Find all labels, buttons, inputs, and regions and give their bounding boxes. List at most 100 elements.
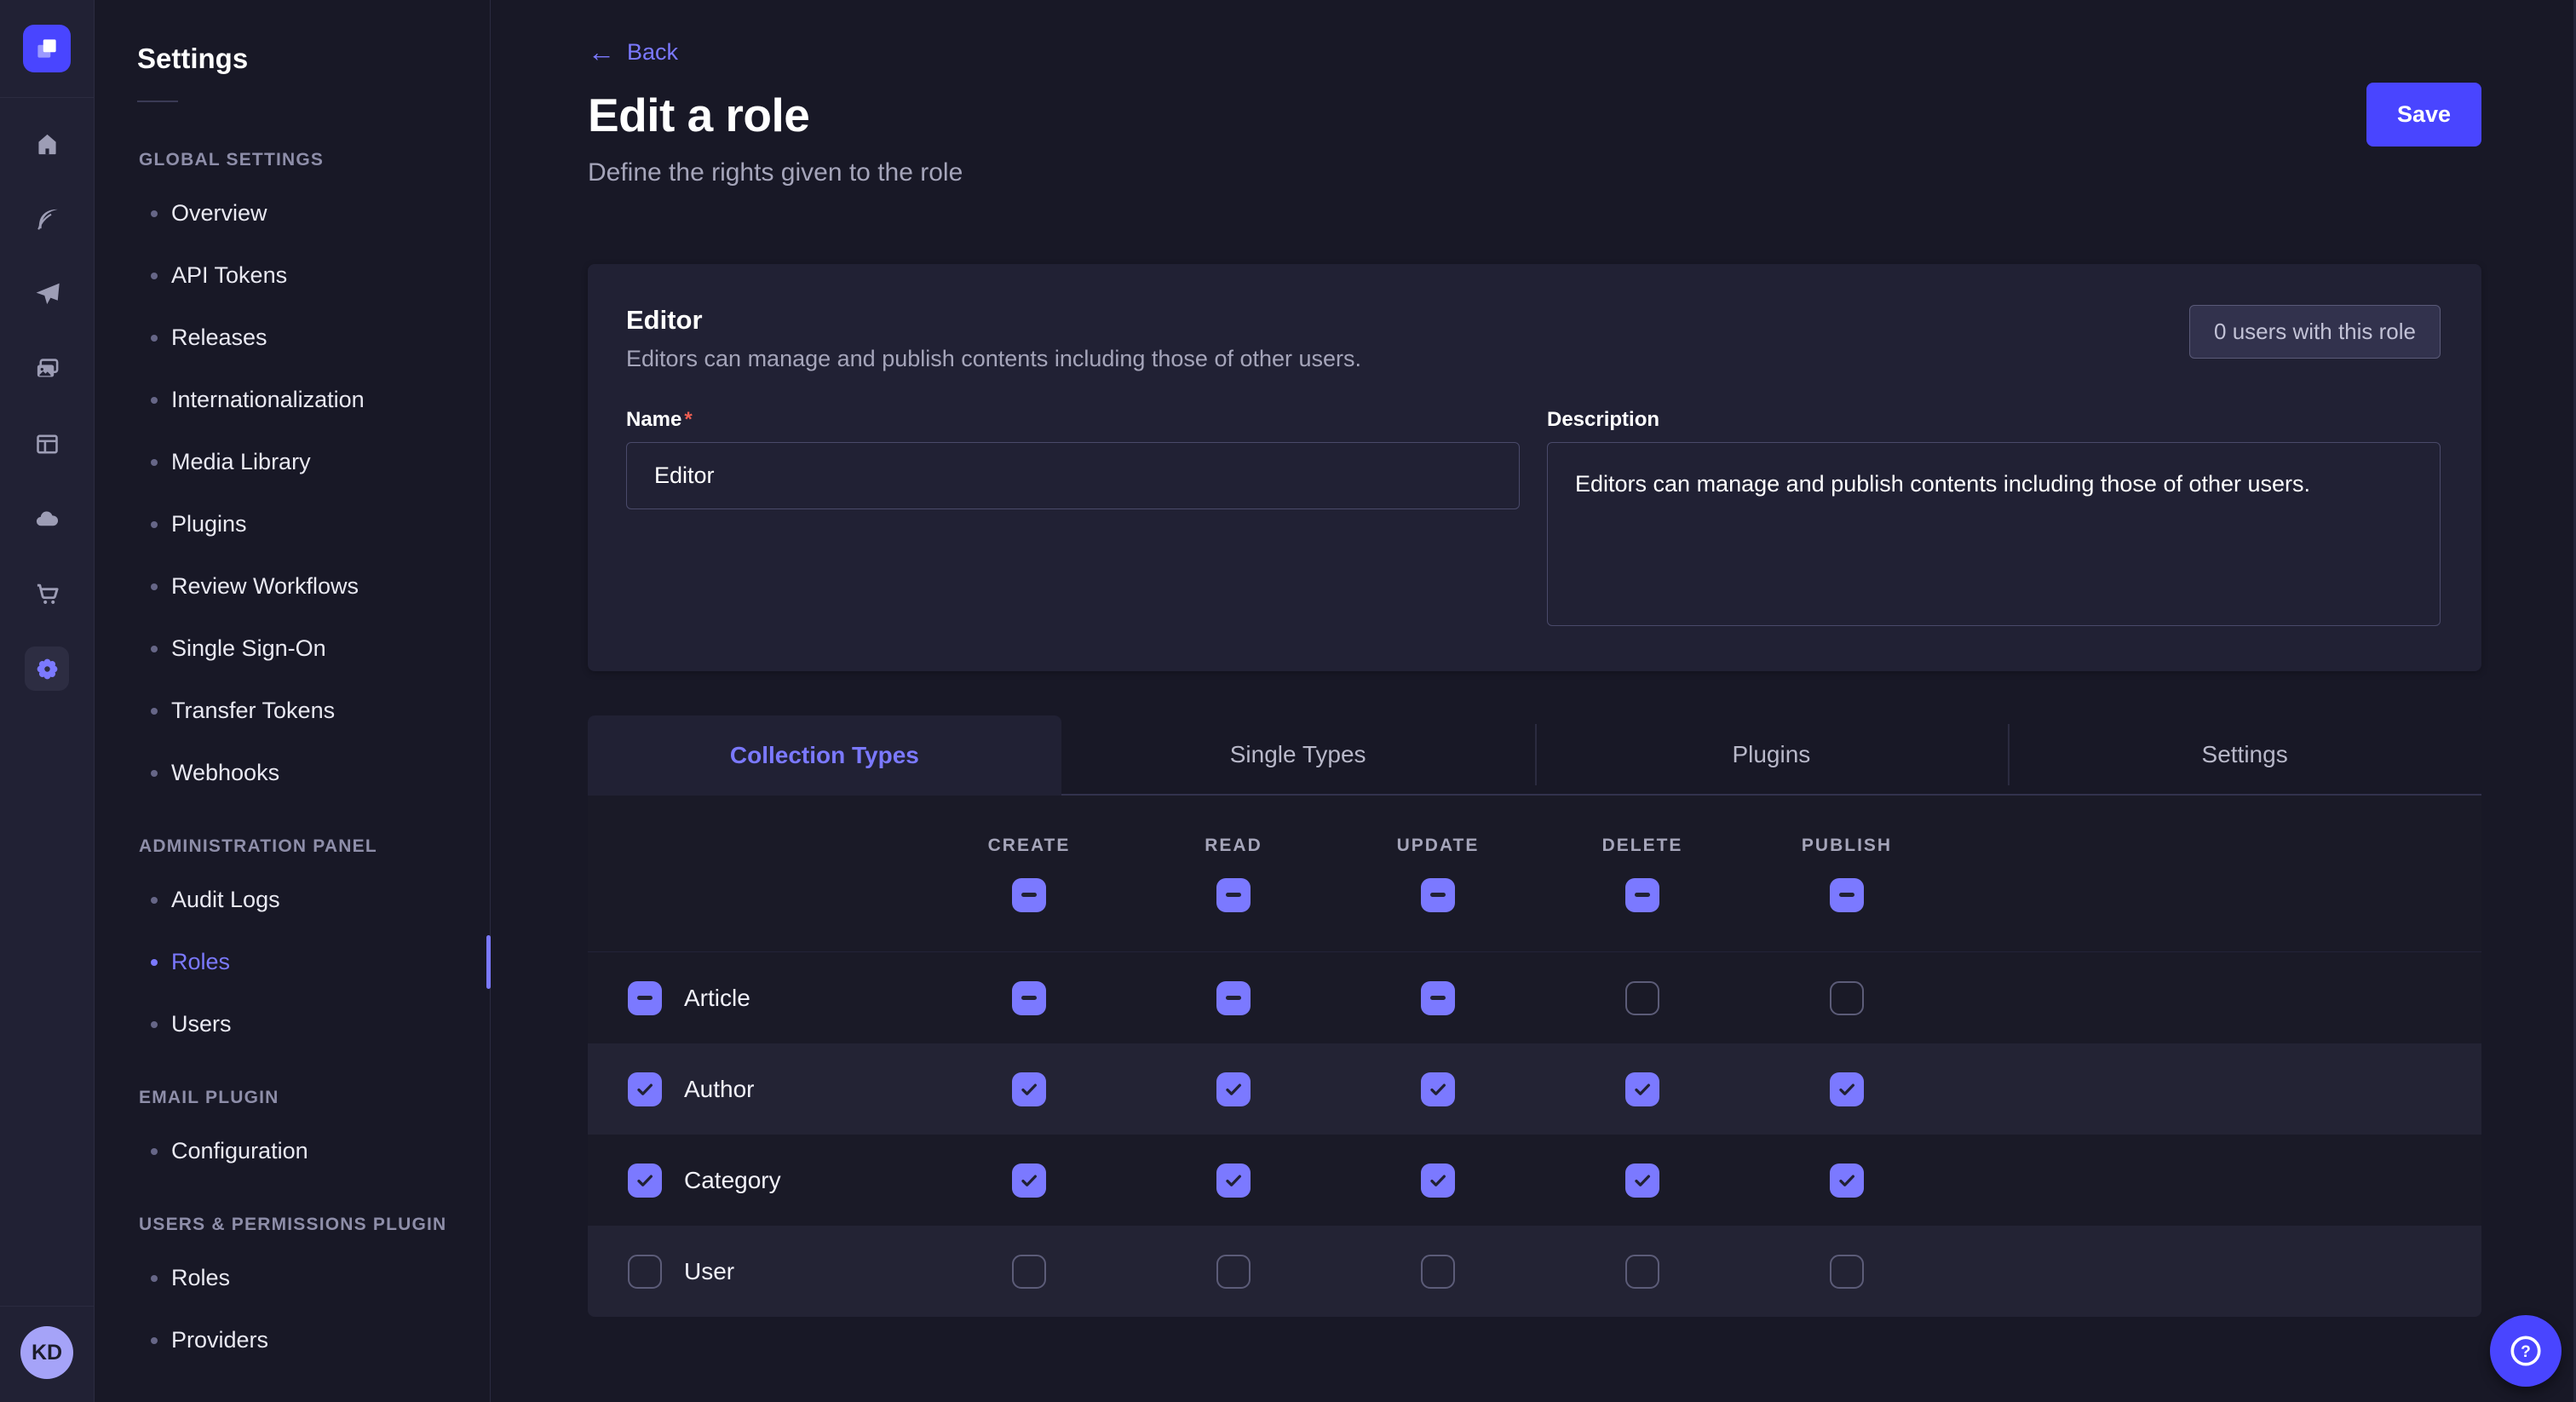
column-header-create: CREATE [927, 796, 1131, 951]
settings-gear-icon[interactable] [25, 646, 69, 691]
subnav-title: Settings [137, 43, 490, 75]
permissions-table: CREATEREADUPDATEDELETEPUBLISH ArticleAut… [588, 796, 2481, 1317]
checkbox-user-read[interactable] [1216, 1255, 1251, 1289]
sidebar-item-single-sign-on[interactable]: Single Sign-On [95, 618, 490, 680]
layout-icon[interactable] [25, 422, 69, 466]
main-content: ← Back Edit a role Save Define the right… [491, 0, 2576, 1402]
checkbox-article-delete[interactable] [1625, 981, 1659, 1015]
name-label: Name* [626, 408, 1520, 432]
checkbox-category-publish[interactable] [1830, 1164, 1864, 1198]
sidebar-item-label: Transfer Tokens [171, 698, 335, 724]
role-card-header: Editor Editors can manage and publish co… [626, 305, 2441, 372]
checkbox-category-read[interactable] [1216, 1164, 1251, 1198]
page-subtitle: Define the rights given to the role [588, 158, 2481, 187]
sidebar-item-label: Configuration [171, 1138, 308, 1164]
permissions-tabs: Collection TypesSingle TypesPluginsSetti… [588, 715, 2481, 796]
sidebar-item-review-workflows[interactable]: Review Workflows [95, 555, 490, 618]
permission-cell [1336, 1164, 1540, 1198]
checkbox-author-create[interactable] [1012, 1072, 1046, 1106]
avatar[interactable]: KD [20, 1326, 73, 1379]
sidebar-item-roles[interactable]: Roles [95, 1247, 490, 1309]
media-library-icon[interactable] [25, 347, 69, 391]
permission-cell [1540, 1164, 1745, 1198]
users-with-role-badge[interactable]: 0 users with this role [2189, 305, 2441, 359]
description-textarea[interactable]: Editors can manage and publish contents … [1547, 442, 2441, 626]
sidebar-item-webhooks[interactable]: Webhooks [95, 742, 490, 804]
sidebar-item-overview[interactable]: Overview [95, 182, 490, 244]
help-button[interactable]: ? [2490, 1315, 2562, 1387]
save-button[interactable]: Save [2366, 83, 2481, 147]
checkbox-user-delete[interactable] [1625, 1255, 1659, 1289]
sidebar-item-label: Roles [171, 1265, 230, 1291]
tab-single-types[interactable]: Single Types [1061, 715, 1535, 796]
sidebar-item-plugins[interactable]: Plugins [95, 493, 490, 555]
checkbox-article-publish[interactable] [1830, 981, 1864, 1015]
checkbox-article-update[interactable] [1421, 981, 1455, 1015]
checkbox-author-read[interactable] [1216, 1072, 1251, 1106]
permission-cell [1540, 981, 1745, 1015]
tab-plugins[interactable]: Plugins [1535, 715, 2009, 796]
page-title: Edit a role [588, 88, 809, 142]
checkbox-user-create[interactable] [1012, 1255, 1046, 1289]
sidebar-item-configuration[interactable]: Configuration [95, 1120, 490, 1182]
checkbox-row-article[interactable] [628, 981, 662, 1015]
checkbox-article-read[interactable] [1216, 981, 1251, 1015]
tab-collection-types[interactable]: Collection Types [588, 715, 1061, 796]
sidebar-item-releases[interactable]: Releases [95, 307, 490, 369]
permission-cell [1745, 1164, 1949, 1198]
subnav-title-divider [137, 101, 178, 102]
checkbox-category-create[interactable] [1012, 1164, 1046, 1198]
checkbox-category-delete[interactable] [1625, 1164, 1659, 1198]
sidebar-item-roles[interactable]: Roles [95, 931, 490, 993]
paper-plane-icon[interactable] [25, 272, 69, 316]
sidebar-item-audit-logs[interactable]: Audit Logs [95, 869, 490, 931]
sidebar-item-api-tokens[interactable]: API Tokens [95, 244, 490, 307]
feather-icon[interactable] [25, 197, 69, 241]
sidebar-item-users[interactable]: Users [95, 993, 490, 1055]
row-label: Author [684, 1076, 755, 1103]
table-row-category: Category [588, 1135, 2481, 1226]
checkbox-author-update[interactable] [1421, 1072, 1455, 1106]
checkbox-user-update[interactable] [1421, 1255, 1455, 1289]
cart-icon[interactable] [25, 572, 69, 616]
sidebar-item-media-library[interactable]: Media Library [95, 431, 490, 493]
checkbox-select-all-create[interactable] [1012, 878, 1046, 912]
checkbox-select-all-delete[interactable] [1625, 878, 1659, 912]
back-link[interactable]: ← Back [588, 38, 678, 66]
checkbox-select-all-publish[interactable] [1830, 878, 1864, 912]
checkbox-author-delete[interactable] [1625, 1072, 1659, 1106]
sidebar-item-transfer-tokens[interactable]: Transfer Tokens [95, 680, 490, 742]
main-nav-rail: KD [0, 0, 95, 1402]
app-window: KD Settings GLOBAL SETTINGSOverviewAPI T… [0, 0, 2576, 1402]
sidebar-item-providers[interactable]: Providers [95, 1309, 490, 1371]
strapi-logo-icon [32, 34, 61, 63]
permissions-section: Collection TypesSingle TypesPluginsSetti… [588, 715, 2481, 1317]
permission-cell [927, 1072, 1131, 1106]
sidebar-item-label: Single Sign-On [171, 635, 326, 662]
permission-cell [1131, 1255, 1336, 1289]
strapi-logo[interactable] [23, 25, 71, 72]
checkbox-select-all-read[interactable] [1216, 878, 1251, 912]
description-field-group: Description Editors can manage and publi… [1547, 408, 2441, 630]
role-card-titles: Editor Editors can manage and publish co… [626, 305, 1361, 372]
sidebar-item-label: Users [171, 1011, 232, 1037]
sidebar-item-label: Roles [171, 949, 230, 975]
cloud-icon[interactable] [25, 497, 69, 541]
checkbox-article-create[interactable] [1012, 981, 1046, 1015]
checkbox-row-category[interactable] [628, 1164, 662, 1198]
sidebar-item-label: Plugins [171, 511, 247, 537]
checkbox-row-user[interactable] [628, 1255, 662, 1289]
home-icon[interactable] [25, 122, 69, 166]
checkbox-user-publish[interactable] [1830, 1255, 1864, 1289]
tab-settings[interactable]: Settings [2008, 715, 2481, 796]
row-label-cell: Author [588, 1072, 927, 1106]
sidebar-item-internationalization[interactable]: Internationalization [95, 369, 490, 431]
checkbox-row-author[interactable] [628, 1072, 662, 1106]
sidebar-item-label: Media Library [171, 449, 311, 475]
column-header-delete: DELETE [1540, 796, 1745, 951]
checkbox-author-publish[interactable] [1830, 1072, 1864, 1106]
checkbox-select-all-update[interactable] [1421, 878, 1455, 912]
checkbox-category-update[interactable] [1421, 1164, 1455, 1198]
name-input[interactable] [626, 442, 1520, 509]
permission-cell [1336, 1255, 1540, 1289]
